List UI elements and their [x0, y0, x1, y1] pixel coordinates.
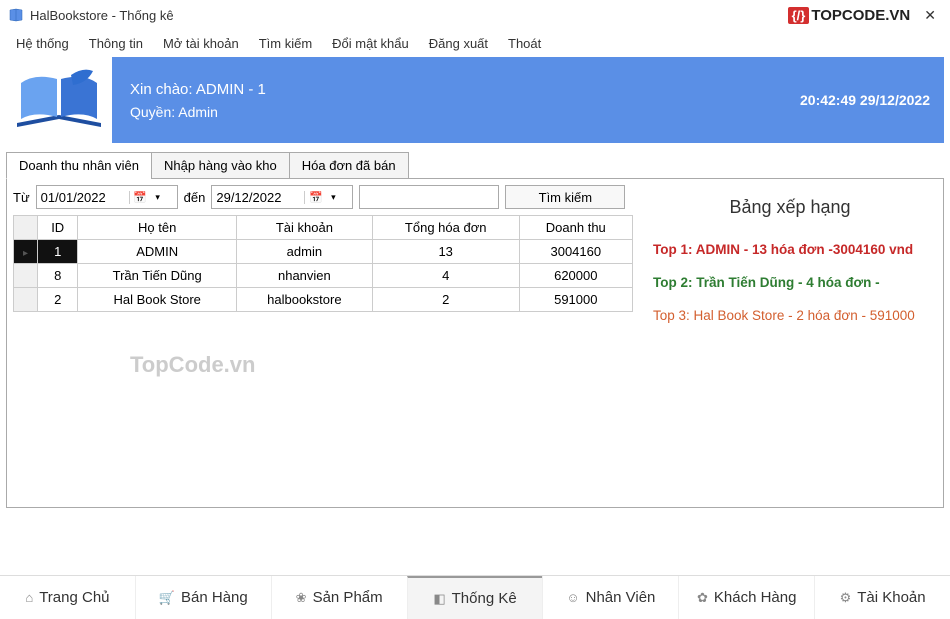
menu-search[interactable]: Tìm kiếm: [249, 32, 322, 55]
nav-label: Tài Khoản: [857, 589, 925, 606]
cell-id[interactable]: 8: [38, 264, 78, 288]
table-row[interactable]: 8 Trần Tiến Dũng nhanvien 4 620000: [14, 264, 633, 288]
home-icon: ⌂: [25, 590, 33, 605]
nav-label: Khách Hàng: [714, 589, 797, 606]
cell-revenue[interactable]: 3004160: [519, 240, 632, 264]
from-date-input[interactable]: [37, 190, 129, 205]
nav-home[interactable]: ⌂ Trang Chủ: [0, 576, 135, 619]
banner: Xin chào: ADMIN - 1 Quyền: Admin 20:42:4…: [6, 57, 944, 143]
bottom-nav: ⌂ Trang Chủ 🛒 Bán Hàng ❀ Sản Phẩm ◧ Thống Kê…: [0, 575, 950, 619]
from-date[interactable]: 📅 ▾: [36, 185, 178, 209]
search-button[interactable]: Tìm kiếm: [505, 185, 625, 209]
calendar-icon[interactable]: 📅: [129, 191, 151, 204]
to-label: đến: [184, 190, 206, 205]
cart-icon: 🛒: [159, 590, 175, 606]
nav-label: Sản Phẩm: [313, 589, 383, 606]
calendar-icon[interactable]: 📅: [304, 191, 326, 204]
stats-icon: ◧: [433, 591, 445, 607]
rank-3: Top 3: Hal Book Store - 2 hóa đơn - 5910…: [653, 308, 927, 323]
gear-icon: ⚙: [840, 590, 852, 606]
nav-customers[interactable]: ✿ Khách Hàng: [678, 576, 814, 619]
nav-label: Bán Hàng: [181, 589, 248, 606]
window-title: HalBookstore - Thống kê: [30, 8, 174, 23]
close-button[interactable]: ✕: [918, 5, 942, 26]
data-grid[interactable]: ID Họ tên Tài khoản Tổng hóa đơn Doanh t…: [13, 215, 633, 312]
menu-change-password[interactable]: Đổi mật khẩu: [322, 32, 419, 55]
filter-row: Từ 📅 ▾ đến 📅 ▾ Tìm kiếm: [13, 185, 643, 209]
rank-2: Top 2: Trần Tiến Dũng - 4 hóa đơn -: [653, 275, 927, 290]
ranking-panel: Bảng xếp hạng Top 1: ADMIN - 13 hóa đơn …: [643, 185, 937, 501]
row-indicator: [14, 288, 38, 312]
nav-account[interactable]: ⚙ Tài Khoản: [814, 576, 950, 619]
cell-revenue[interactable]: 591000: [519, 288, 632, 312]
tab-revenue[interactable]: Doanh thu nhân viên: [6, 152, 152, 179]
tabstrip: Doanh thu nhân viên Nhập hàng vào kho Hó…: [6, 151, 944, 178]
table-row[interactable]: 2 Hal Book Store halbookstore 2 591000: [14, 288, 633, 312]
banner-role: Quyền: Admin: [130, 104, 266, 120]
tabcontent: Từ 📅 ▾ đến 📅 ▾ Tìm kiếm ID Họ tên Tài kh…: [6, 178, 944, 508]
banner-hello: Xin chào: ADMIN - 1: [130, 81, 266, 98]
ranking-title: Bảng xếp hạng: [653, 197, 927, 218]
chevron-down-icon[interactable]: ▾: [326, 192, 340, 203]
row-indicator: [14, 264, 38, 288]
row-indicator: [14, 240, 38, 264]
nav-staff[interactable]: ☺ Nhân Viên: [542, 576, 678, 619]
menubar: Hệ thống Thông tin Mở tài khoản Tìm kiếm…: [0, 30, 950, 57]
table-row[interactable]: 1 ADMIN admin 13 3004160: [14, 240, 633, 264]
col-id[interactable]: ID: [38, 216, 78, 240]
cell-account[interactable]: halbookstore: [236, 288, 372, 312]
menu-exit[interactable]: Thoát: [498, 32, 551, 55]
search-input[interactable]: [359, 185, 499, 209]
customers-icon: ✿: [697, 590, 708, 606]
col-account[interactable]: Tài khoản: [236, 216, 372, 240]
nav-label: Nhân Viên: [586, 589, 656, 606]
cell-account[interactable]: admin: [236, 240, 372, 264]
cell-orders[interactable]: 13: [372, 240, 519, 264]
app-icon: [8, 7, 24, 23]
product-icon: ❀: [296, 590, 307, 606]
rank-1: Top 1: ADMIN - 13 hóa đơn -3004160 vnd: [653, 242, 927, 257]
staff-icon: ☺: [566, 590, 579, 605]
titlebar: HalBookstore - Thống kê {/}TOPCODE.VN ✕: [0, 0, 950, 30]
from-label: Từ: [13, 190, 30, 205]
nav-label: Thống Kê: [452, 590, 517, 607]
tab-invoices[interactable]: Hóa đơn đã bán: [289, 152, 409, 179]
col-revenue[interactable]: Doanh thu: [519, 216, 632, 240]
cell-name[interactable]: Hal Book Store: [78, 288, 237, 312]
col-name[interactable]: Họ tên: [78, 216, 237, 240]
to-date-input[interactable]: [212, 190, 304, 205]
cell-id[interactable]: 2: [38, 288, 78, 312]
to-date[interactable]: 📅 ▾: [211, 185, 353, 209]
cell-name[interactable]: ADMIN: [78, 240, 237, 264]
nav-stats[interactable]: ◧ Thống Kê: [407, 576, 543, 619]
nav-label: Trang Chủ: [39, 589, 109, 606]
cell-orders[interactable]: 4: [372, 264, 519, 288]
menu-info[interactable]: Thông tin: [79, 32, 153, 55]
cell-id[interactable]: 1: [38, 240, 78, 264]
cell-revenue[interactable]: 620000: [519, 264, 632, 288]
cell-account[interactable]: nhanvien: [236, 264, 372, 288]
topcode-logo: {/}TOPCODE.VN: [788, 7, 911, 24]
cell-orders[interactable]: 2: [372, 288, 519, 312]
menu-system[interactable]: Hệ thống: [6, 32, 79, 55]
cell-name[interactable]: Trần Tiến Dũng: [78, 264, 237, 288]
banner-logo: [6, 57, 112, 143]
nav-products[interactable]: ❀ Sản Phẩm: [271, 576, 407, 619]
chevron-down-icon[interactable]: ▾: [151, 192, 165, 203]
menu-open-account[interactable]: Mở tài khoản: [153, 32, 249, 55]
banner-time: 20:42:49 29/12/2022: [800, 92, 930, 108]
tab-import[interactable]: Nhập hàng vào kho: [151, 152, 290, 179]
menu-logout[interactable]: Đăng xuất: [419, 32, 498, 55]
col-orders[interactable]: Tổng hóa đơn: [372, 216, 519, 240]
grid-corner: [14, 216, 38, 240]
nav-sales[interactable]: 🛒 Bán Hàng: [135, 576, 271, 619]
